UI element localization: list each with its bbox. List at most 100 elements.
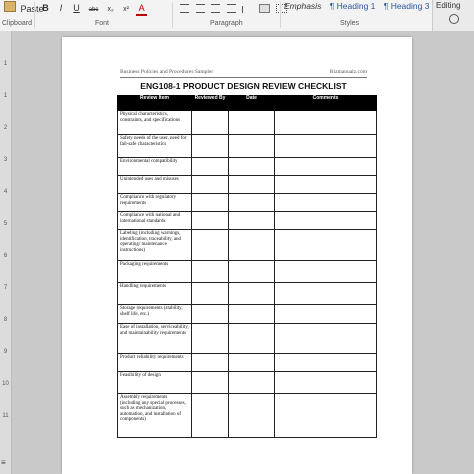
reviewed-by-cell[interactable] [191, 211, 229, 230]
style-heading-1[interactable]: ¶ Heading 1 [330, 1, 376, 11]
comments-cell[interactable] [274, 157, 377, 176]
align-right-icon[interactable] [211, 4, 221, 13]
reviewed-by-cell[interactable] [191, 260, 229, 283]
table-row: Labeling (including warnings, identifica… [117, 229, 377, 261]
ruler-mark: 4 [3, 189, 8, 195]
comments-cell[interactable] [274, 175, 377, 194]
ribbon-separator [34, 2, 35, 28]
date-cell[interactable] [228, 157, 275, 176]
paragraph-buttons [180, 4, 288, 15]
reviewed-by-cell[interactable] [191, 353, 229, 372]
shading-icon[interactable] [258, 4, 270, 13]
ribbon: Paste Clipboard B I U abc x₂ x² A Font P… [0, 0, 474, 32]
review-item-cell: Unintended uses and misuses [117, 175, 192, 194]
comments-cell[interactable] [274, 353, 377, 372]
date-cell[interactable] [228, 323, 275, 354]
reviewed-by-cell[interactable] [191, 110, 229, 135]
date-cell[interactable] [228, 110, 275, 135]
paste-button[interactable]: Paste [4, 1, 44, 14]
reviewed-by-cell[interactable] [191, 193, 229, 212]
font-group-label: Font [95, 20, 110, 27]
table-row: Storage requirements (stability, shelf l… [117, 304, 377, 324]
header-left: Business Policies and Procedures Sampler [120, 69, 214, 75]
header-rule [120, 77, 367, 78]
date-cell[interactable] [228, 175, 275, 194]
document-title: ENG108-1 PRODUCT DESIGN REVIEW CHECKLIST [140, 81, 347, 91]
strikethrough-button[interactable]: abc [87, 5, 101, 16]
table-row: Feasibility of design [117, 371, 377, 394]
superscript-button[interactable]: x² [121, 4, 132, 15]
underline-button[interactable]: U [71, 3, 82, 14]
align-center-icon[interactable] [195, 4, 205, 13]
find-icon [449, 14, 459, 24]
review-item-cell: Physical characteristics, constraints, a… [117, 110, 192, 135]
font-format-buttons: B I U abc x₂ x² A [40, 3, 149, 16]
line-spacing-icon[interactable] [242, 6, 252, 13]
column-header: Reviewed By [191, 95, 229, 111]
reviewed-by-cell[interactable] [191, 134, 229, 158]
font-color-button[interactable]: A [136, 3, 148, 16]
review-item-cell: Safety needs of the user, need for fail-… [117, 134, 192, 158]
comments-cell[interactable] [274, 371, 377, 394]
styles-gallery[interactable]: Emphasis ¶ Heading 1 ¶ Heading 3 [284, 1, 429, 18]
date-cell[interactable] [228, 260, 275, 283]
reviewed-by-cell[interactable] [191, 371, 229, 394]
checklist-body: Physical characteristics, constraints, a… [117, 110, 377, 438]
column-header: Date [228, 95, 275, 111]
review-item-cell: Handling requirements [117, 282, 192, 305]
justify-icon[interactable] [226, 4, 236, 13]
comments-cell[interactable] [274, 229, 377, 261]
reviewed-by-cell[interactable] [191, 323, 229, 354]
date-cell[interactable] [228, 211, 275, 230]
date-cell[interactable] [228, 393, 275, 438]
ruler-mark: 8 [3, 317, 8, 323]
comments-cell[interactable] [274, 260, 377, 283]
reviewed-by-cell[interactable] [191, 393, 229, 438]
table-row: Compliance with regulatory requirements [117, 193, 377, 212]
column-header: Review Item [117, 95, 192, 111]
date-cell[interactable] [228, 371, 275, 394]
comments-cell[interactable] [274, 393, 377, 438]
align-left-icon[interactable] [180, 4, 189, 13]
bold-button[interactable]: B [40, 3, 51, 14]
table-row: Packaging requirements [117, 260, 377, 283]
checklist-table: Review Item Reviewed By Date Comments Ph… [117, 95, 377, 438]
clipboard-group-label: Clipboard [2, 20, 32, 27]
review-item-cell: Packaging requirements [117, 260, 192, 283]
reviewed-by-cell[interactable] [191, 282, 229, 305]
table-row: Assembly requirements (including any spe… [117, 393, 377, 438]
date-cell[interactable] [228, 282, 275, 305]
date-cell[interactable] [228, 353, 275, 372]
comments-cell[interactable] [274, 304, 377, 324]
date-cell[interactable] [228, 304, 275, 324]
editing-group[interactable]: Editing [432, 0, 474, 31]
comments-cell[interactable] [274, 110, 377, 135]
table-row: Safety needs of the user, need for fail-… [117, 134, 377, 158]
document-page[interactable]: Business Policies and Procedures Sampler… [62, 37, 412, 474]
italic-button[interactable]: I [56, 3, 67, 14]
style-heading-3[interactable]: ¶ Heading 3 [384, 1, 430, 11]
ruler-mark: 3 [3, 157, 8, 163]
ruler-mark: 10 [2, 381, 9, 387]
column-header: Comments [274, 95, 377, 111]
reviewed-by-cell[interactable] [191, 175, 229, 194]
reviewed-by-cell[interactable] [191, 304, 229, 324]
reviewed-by-cell[interactable] [191, 157, 229, 176]
ruler-mark: 1 [3, 61, 8, 67]
paste-icon [4, 1, 16, 12]
comments-cell[interactable] [274, 282, 377, 305]
date-cell[interactable] [228, 229, 275, 261]
reviewed-by-cell[interactable] [191, 229, 229, 261]
comments-cell[interactable] [274, 134, 377, 158]
comments-cell[interactable] [274, 323, 377, 354]
date-cell[interactable] [228, 134, 275, 158]
subscript-button[interactable]: x₂ [105, 4, 116, 15]
ribbon-separator [172, 2, 173, 28]
comments-cell[interactable] [274, 193, 377, 212]
comments-cell[interactable] [274, 211, 377, 230]
ruler-mark: 9 [3, 349, 8, 355]
review-item-cell: Compliance with national and internation… [117, 211, 192, 230]
date-cell[interactable] [228, 193, 275, 212]
style-emphasis[interactable]: Emphasis [284, 1, 321, 11]
left-margin-marker: ≡ [1, 458, 6, 467]
